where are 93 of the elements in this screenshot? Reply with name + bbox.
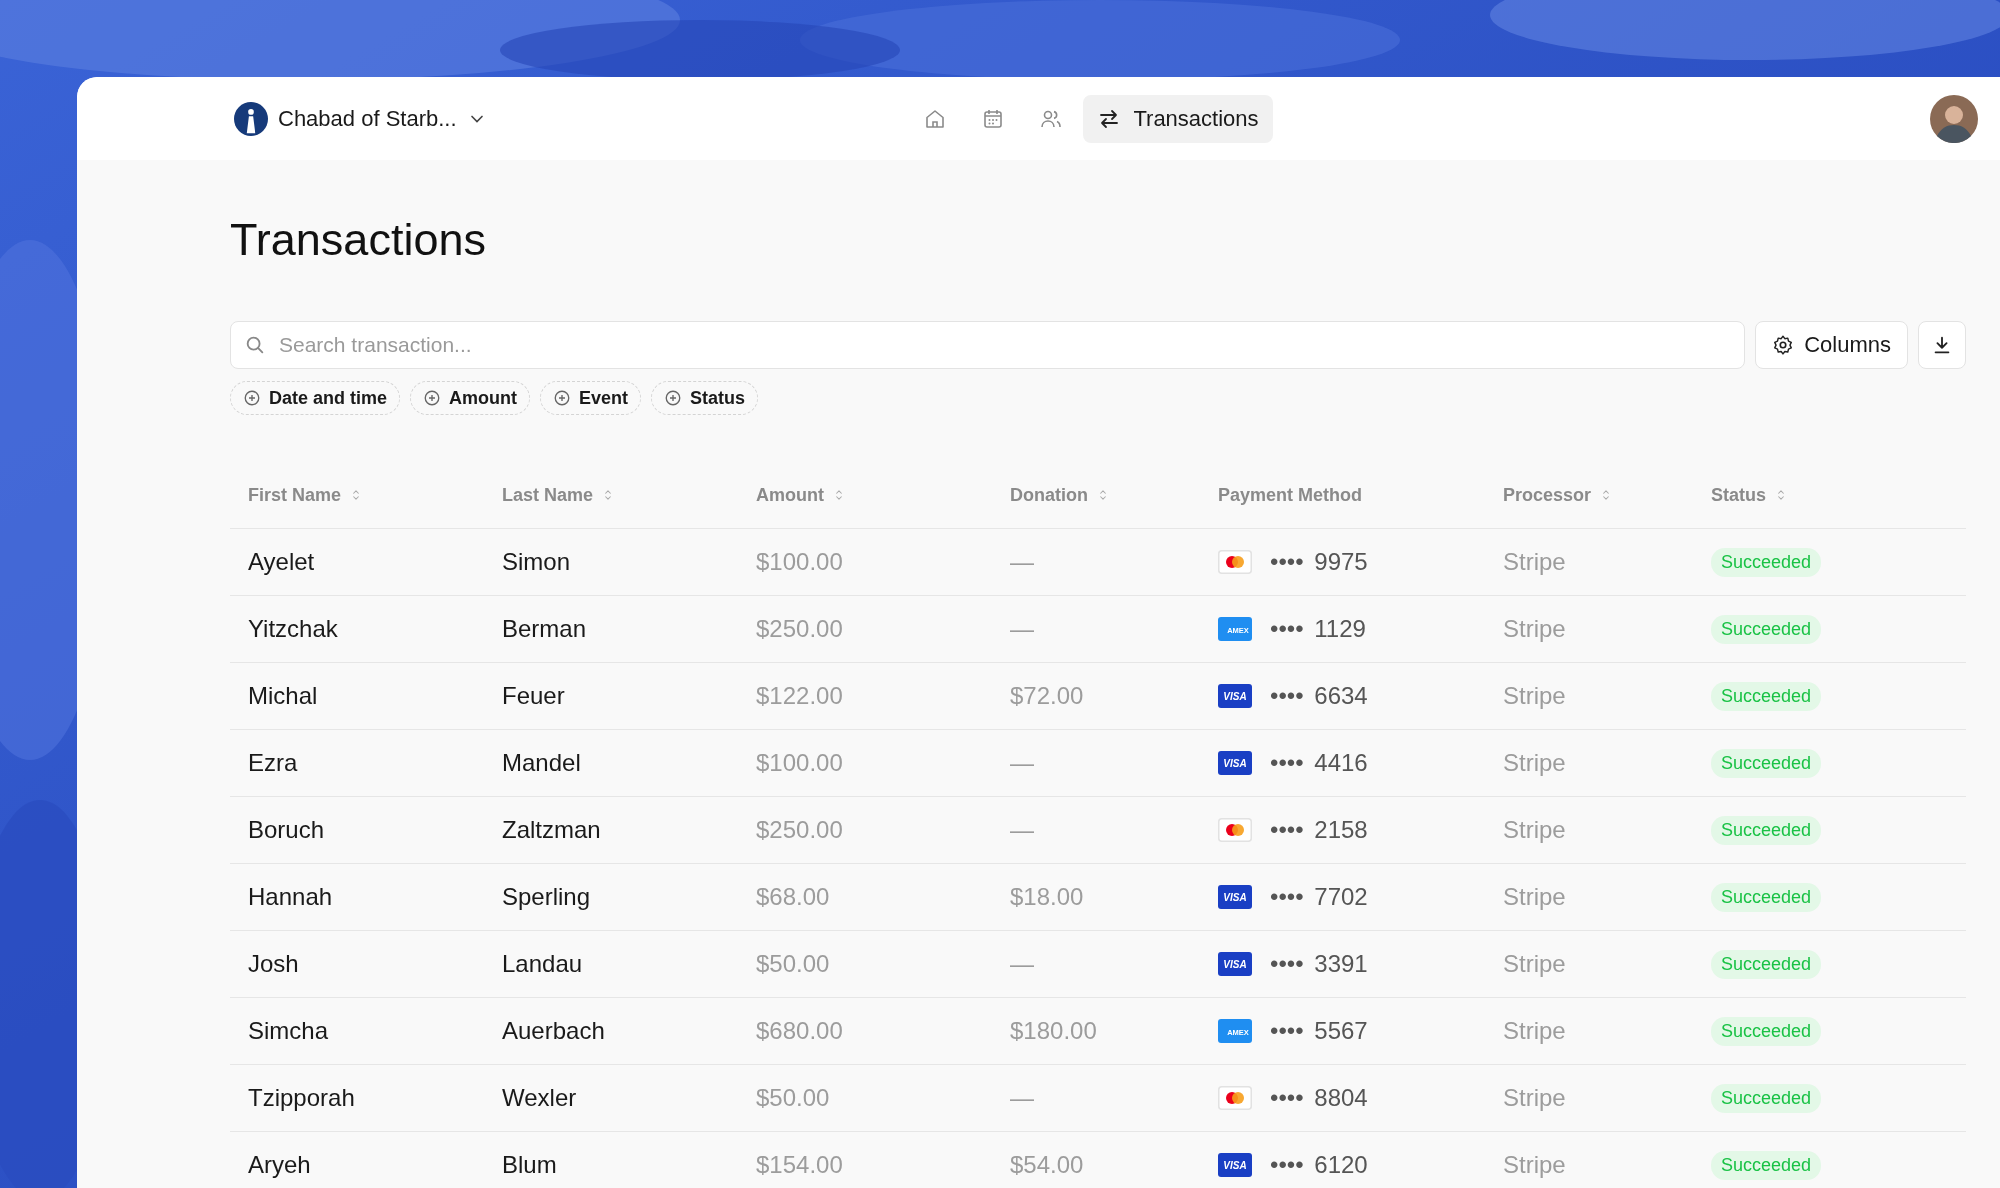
logo-icon xyxy=(234,101,268,136)
table-cell-text: Stripe xyxy=(1503,883,1567,911)
status-badge: Succeeded xyxy=(1711,681,1822,711)
nav-tab[interactable]: Transactions xyxy=(1083,94,1273,143)
settings-icon xyxy=(1772,334,1795,356)
card-number: •••• 5567 xyxy=(1270,1017,1368,1045)
columns-button[interactable]: Columns xyxy=(1755,321,1908,369)
plus-circle-icon xyxy=(243,389,261,407)
table-cell-text: Simon xyxy=(502,548,572,576)
table-cell-text: Auerbach xyxy=(502,1017,606,1045)
table-cell-text: $100.00 xyxy=(756,749,844,777)
visa-logo: VISA xyxy=(1218,1153,1252,1177)
card-number: •••• 6634 xyxy=(1270,682,1368,710)
table-cell-text: Aryeh xyxy=(248,1151,312,1179)
table-cell-text: Stripe xyxy=(1503,749,1567,777)
table-cell-text: $154.00 xyxy=(756,1151,844,1179)
avatar[interactable] xyxy=(1930,94,1978,143)
table-cell-text: Mandel xyxy=(502,749,582,777)
table-cell-text: $54.00 xyxy=(1010,1151,1085,1179)
status-badge: Succeeded xyxy=(1711,748,1822,778)
table-cell-text: Feuer xyxy=(502,682,566,710)
org-name[interactable]: Chabad of Starb... xyxy=(278,105,457,132)
table-cell-text: $18.00 xyxy=(1010,883,1085,911)
table-cell-text: Sperling xyxy=(502,883,592,911)
table-cell-text: — xyxy=(1010,1084,1035,1112)
card-number: •••• 1129 xyxy=(1270,615,1366,643)
table-cell-text: Stripe xyxy=(1503,682,1567,710)
table-cell-text: Zaltzman xyxy=(502,816,602,844)
visa-logo: VISA xyxy=(1218,684,1252,708)
status-badge: Succeeded xyxy=(1711,949,1822,979)
search-field[interactable]: Search transaction... xyxy=(230,321,1746,369)
table-cell-text: $72.00 xyxy=(1010,682,1085,710)
visa-logo: VISA xyxy=(1218,885,1252,909)
card-number: •••• 9975 xyxy=(1270,548,1368,576)
mastercard-logo xyxy=(1218,550,1252,574)
table-cell-text: Stripe xyxy=(1503,816,1567,844)
visa-logo: VISA xyxy=(1218,751,1252,775)
card-number: •••• 7702 xyxy=(1270,883,1368,911)
table-cell-text: Landau xyxy=(502,950,584,978)
table-cell-text: Stripe xyxy=(1503,548,1567,576)
plus-circle-icon xyxy=(664,389,683,407)
table-cell-text: — xyxy=(1010,615,1035,643)
status-badge: Succeeded xyxy=(1711,547,1822,577)
table-cell-text: $250.00 xyxy=(756,615,844,643)
table-cell-text: $50.00 xyxy=(756,1084,831,1112)
table-cell-text: Ayelet xyxy=(248,548,316,576)
download-button[interactable] xyxy=(1918,321,1966,369)
card-number: •••• 6120 xyxy=(1270,1151,1368,1179)
table-cell-text: Stripe xyxy=(1503,615,1567,643)
table-cell-text: Tzipporah xyxy=(248,1084,356,1112)
page-title: Transactions xyxy=(230,214,487,266)
table-cell-text: Stripe xyxy=(1503,1084,1567,1112)
status-badge: Succeeded xyxy=(1711,1016,1822,1046)
table-cell-text: Michal xyxy=(248,682,319,710)
table-cell-text: Ezra xyxy=(248,749,299,777)
table-cell-text: $250.00 xyxy=(756,816,844,844)
plus-circle-icon xyxy=(553,389,571,407)
status-badge: Succeeded xyxy=(1711,1083,1822,1113)
search-icon xyxy=(244,334,266,356)
status-badge: Succeeded xyxy=(1711,882,1822,912)
table-cell-text: — xyxy=(1010,816,1035,844)
table-cell-text: $50.00 xyxy=(756,950,831,978)
card-number: •••• 4416 xyxy=(1270,749,1368,777)
table-cell-text: Blum xyxy=(502,1151,558,1179)
column-header: Payment Method xyxy=(1218,484,1363,506)
table-cell-text: Hannah xyxy=(248,883,334,911)
table-cell-text: Berman xyxy=(502,615,588,643)
plus-circle-icon xyxy=(423,389,442,407)
table-cell-text: Stripe xyxy=(1503,950,1567,978)
table-cell-text: — xyxy=(1010,548,1035,576)
status-badge: Succeeded xyxy=(1711,614,1822,644)
table-cell-text: Stripe xyxy=(1503,1017,1567,1045)
visa-logo: VISA xyxy=(1218,952,1252,976)
mastercard-logo xyxy=(1218,818,1252,842)
table-cell-text: Boruch xyxy=(248,816,326,844)
table-cell-text: — xyxy=(1010,950,1035,978)
card-number: •••• 2158 xyxy=(1270,816,1368,844)
table-cell-text: Stripe xyxy=(1503,1151,1567,1179)
status-badge: Succeeded xyxy=(1711,1150,1822,1180)
status-badge: Succeeded xyxy=(1711,815,1822,845)
mastercard-logo xyxy=(1218,1086,1252,1110)
table-cell-text: Simcha xyxy=(248,1017,330,1045)
table-cell-text: Wexler xyxy=(502,1084,578,1112)
card-number: •••• 8804 xyxy=(1270,1084,1368,1112)
table-cell-text: Yitzchak xyxy=(248,615,339,643)
table-cell-text: $100.00 xyxy=(756,548,844,576)
table-cell-text: Josh xyxy=(248,950,300,978)
table-cell-text: $122.00 xyxy=(756,682,844,710)
table-cell-text: $68.00 xyxy=(756,883,831,911)
table-cell-text: $680.00 xyxy=(756,1017,844,1045)
card-number: •••• 3391 xyxy=(1270,950,1368,978)
table-cell-text: $180.00 xyxy=(1010,1017,1098,1045)
table-cell-text: — xyxy=(1010,749,1035,777)
